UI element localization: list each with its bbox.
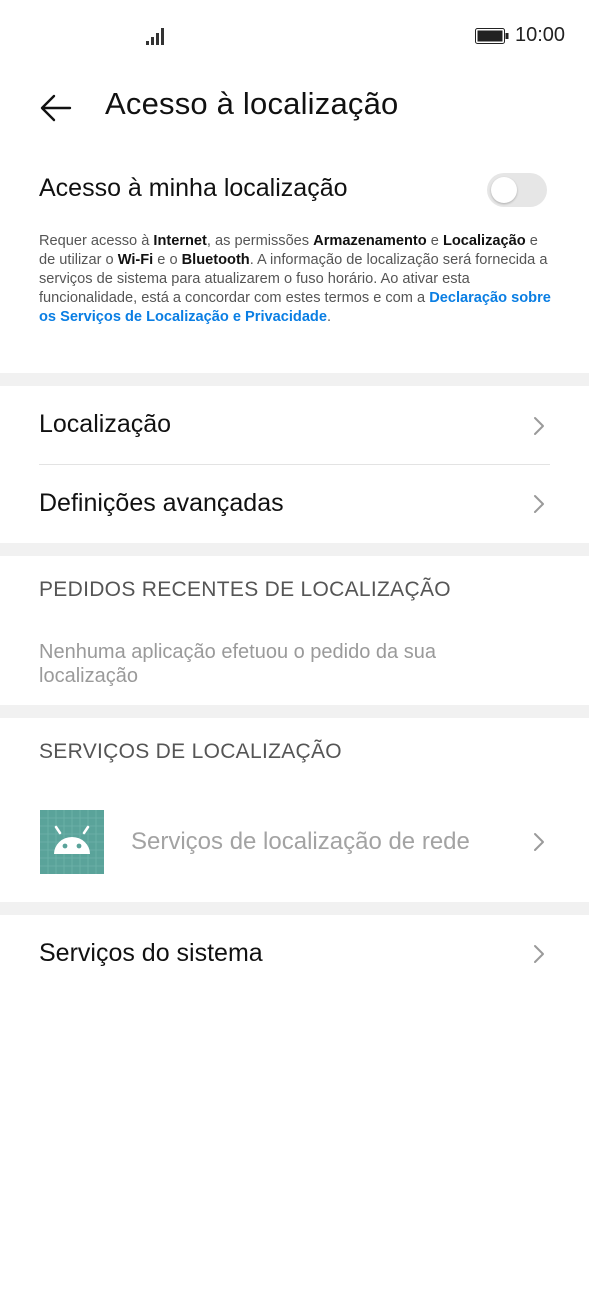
menu-item-location[interactable]: Localização	[0, 386, 589, 464]
description-bold-wifi: Wi-Fi	[117, 252, 154, 268]
description-text: .	[326, 309, 332, 325]
description-text: , as permissões	[206, 233, 314, 249]
system-services-item[interactable]: Serviços do sistema	[0, 915, 589, 995]
description-text: e	[426, 233, 443, 249]
chevron-right-icon	[534, 945, 544, 963]
section-divider	[0, 902, 589, 915]
network-location-services-label: Serviços de localização de rede	[131, 828, 470, 855]
section-divider	[0, 705, 589, 718]
recent-requests-empty-message: Nenhuma aplicação efetuou o pedido da su…	[39, 641, 436, 687]
location-access-toggle[interactable]	[487, 173, 547, 207]
battery-icon	[475, 28, 509, 44]
signal-icon	[146, 28, 164, 45]
menu-item-advanced-settings[interactable]: Definições avançadas	[0, 465, 589, 543]
location-access-label: Acesso à minha localização	[39, 174, 348, 202]
menu-item-advanced-settings-label: Definições avançadas	[39, 489, 284, 517]
section-divider	[0, 543, 589, 556]
page-title: Acesso à localização	[105, 86, 399, 121]
status-bar: 10:00	[0, 0, 589, 72]
description-bold-internet: Internet	[153, 233, 207, 249]
description-text: Requer acesso à	[39, 233, 154, 249]
chevron-right-icon	[534, 417, 544, 435]
chevron-right-icon	[534, 495, 544, 513]
chevron-right-icon	[534, 833, 544, 851]
toggle-knob	[491, 177, 517, 203]
description-bold-location: Localização	[442, 233, 526, 249]
clock: 10:00	[515, 24, 566, 46]
android-icon	[40, 810, 104, 874]
system-services-label: Serviços do sistema	[39, 939, 263, 967]
section-divider	[0, 373, 589, 386]
description-text: e o	[153, 252, 182, 268]
network-location-services-item[interactable]: Serviços de localização de rede	[0, 796, 589, 888]
description-bold-bluetooth: Bluetooth	[181, 252, 250, 268]
back-arrow-icon[interactable]	[36, 88, 76, 128]
header: Acesso à localização	[0, 72, 589, 142]
location-access-row: Acesso à minha localização	[0, 160, 589, 220]
menu-item-location-label: Localização	[39, 410, 172, 438]
location-services-header: SERVIÇOS DE LOCALIZAÇÃO	[39, 740, 342, 763]
recent-requests-header: PEDIDOS RECENTES DE LOCALIZAÇÃO	[39, 578, 451, 601]
description-bold-storage: Armazenamento	[313, 233, 427, 249]
location-access-description: Requer acesso à Internet, as permissões …	[39, 232, 554, 327]
